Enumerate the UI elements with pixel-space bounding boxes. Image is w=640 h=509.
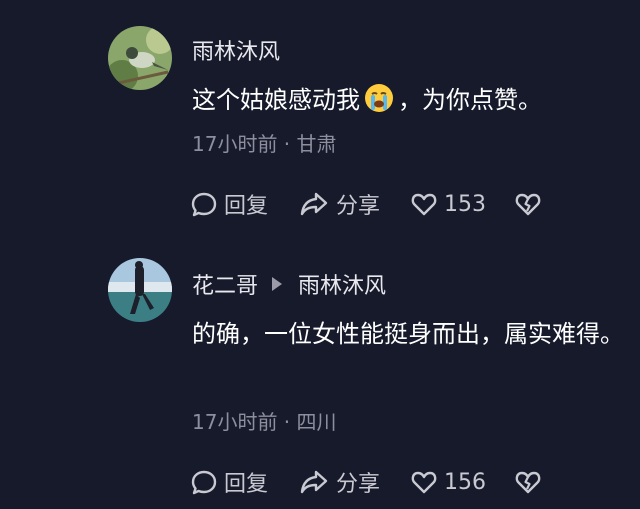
share-arrow-icon [300,470,328,494]
broken-heart-icon [515,193,541,216]
comment-bubble-icon [191,470,217,495]
username-text[interactable]: 花二哥 [192,268,258,300]
dislike-button[interactable] [514,188,548,220]
share-arrow-icon [300,192,328,216]
username[interactable]: 雨林沐风 [192,34,280,66]
comment-text: 这个姑娘感动我 ，为你点赞。 [192,78,632,122]
share-label[interactable]: 分享 [336,188,380,220]
comment-meta: 17小时前 · 四川 [192,410,337,434]
reply-to-arrow-icon [272,277,283,291]
like-count: 153 [444,191,486,217]
comment-meta: 17小时前 · 甘肃 [192,132,337,156]
comment-actions: 回复 分享 156 [190,466,630,498]
comment-actions: 回复 分享 153 [190,188,630,220]
comment-text-part2: ，为你点赞。 [398,86,542,114]
avatar[interactable] [108,258,172,322]
person-on-beach-avatar-image [108,258,172,322]
share-button[interactable]: 分享 [298,188,380,220]
username-text[interactable]: 雨林沐风 [192,34,280,66]
comment-2: 花二哥 雨林沐风 的确，一位女性能挺身而出，属实难得。 17小时前 · 四川 回… [0,240,640,509]
like-count: 156 [444,469,486,495]
username[interactable]: 花二哥 雨林沐风 [192,268,386,300]
dislike-button[interactable] [514,466,548,498]
broken-heart-icon [515,471,541,494]
avatar[interactable] [108,26,172,90]
comment-text-part1: 这个姑娘感动我 [192,86,360,114]
heart-icon [411,193,437,216]
reply-button[interactable]: 回复 [190,188,268,220]
comment-1: 雨林沐风 这个姑娘感动我 ，为你点赞。 17小时前 · 甘肃 回复 分享 153 [0,0,640,240]
loudly-crying-face-icon [365,84,393,112]
share-button[interactable]: 分享 [298,466,380,498]
bird-avatar-image [108,26,172,90]
comment-text: 的确，一位女性能挺身而出，属实难得。 [192,320,624,348]
comment-bubble-icon [191,192,217,217]
reply-label[interactable]: 回复 [224,466,268,498]
reply-button[interactable]: 回复 [190,466,268,498]
heart-icon [411,471,437,494]
like-button[interactable]: 156 [410,466,486,498]
reply-to-username[interactable]: 雨林沐风 [298,268,386,300]
share-label[interactable]: 分享 [336,466,380,498]
reply-label[interactable]: 回复 [224,188,268,220]
like-button[interactable]: 153 [410,188,486,220]
